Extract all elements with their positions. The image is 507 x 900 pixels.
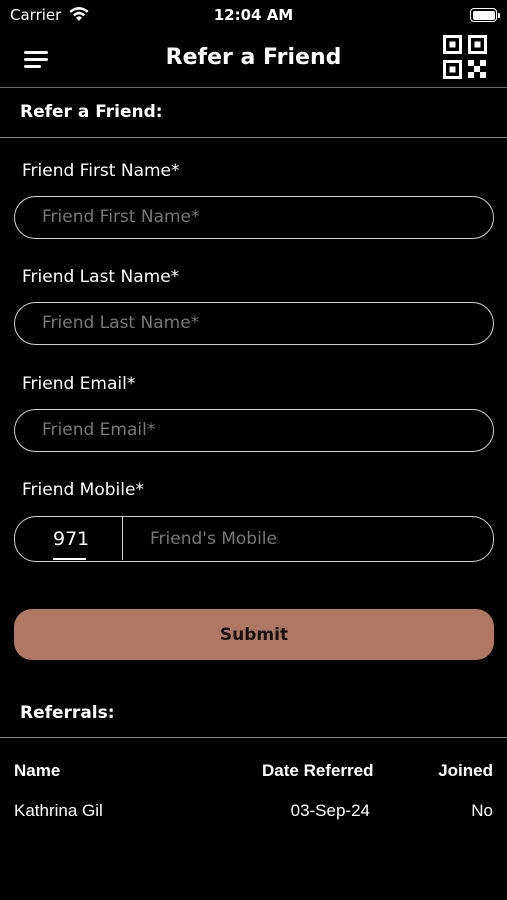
refer-section-title: Refer a Friend:	[20, 102, 163, 122]
column-header-joined: Joined	[438, 761, 493, 780]
referrals-section-title: Referrals:	[20, 703, 115, 723]
column-header-name: Name	[14, 761, 61, 780]
qr-code-icon[interactable]	[443, 35, 487, 79]
country-code-selector[interactable]: 971	[15, 517, 123, 560]
first-name-label: Friend First Name*	[22, 161, 180, 181]
first-name-field[interactable]	[14, 196, 494, 239]
row-name-cell: Kathrina Gil	[14, 801, 103, 820]
last-name-label: Friend Last Name*	[22, 267, 180, 287]
country-code-underline	[53, 558, 86, 560]
section-divider	[0, 137, 507, 138]
email-input[interactable]	[42, 410, 482, 450]
last-name-input[interactable]	[42, 303, 482, 343]
status-bar: Carrier 12:04 AM	[0, 0, 507, 32]
column-header-date: Date Referred	[262, 761, 374, 780]
last-name-field[interactable]	[14, 302, 494, 345]
row-date-cell: 03-Sep-24	[290, 801, 370, 820]
row-joined-cell: No	[471, 801, 493, 820]
mobile-label: Friend Mobile*	[22, 480, 144, 500]
email-label: Friend Email*	[22, 374, 136, 394]
country-code-value: 971	[53, 528, 90, 550]
clock: 12:04 AM	[213, 6, 294, 24]
email-field[interactable]	[14, 409, 494, 452]
nav-bar: Refer a Friend	[0, 32, 507, 88]
battery-icon	[470, 8, 500, 22]
referrals-divider	[0, 737, 507, 738]
first-name-input[interactable]	[42, 197, 482, 237]
mobile-field[interactable]: 971	[14, 516, 494, 562]
mobile-input[interactable]	[150, 517, 480, 560]
submit-button[interactable]: Submit	[14, 609, 494, 660]
page-title: Refer a Friend	[165, 45, 342, 70]
